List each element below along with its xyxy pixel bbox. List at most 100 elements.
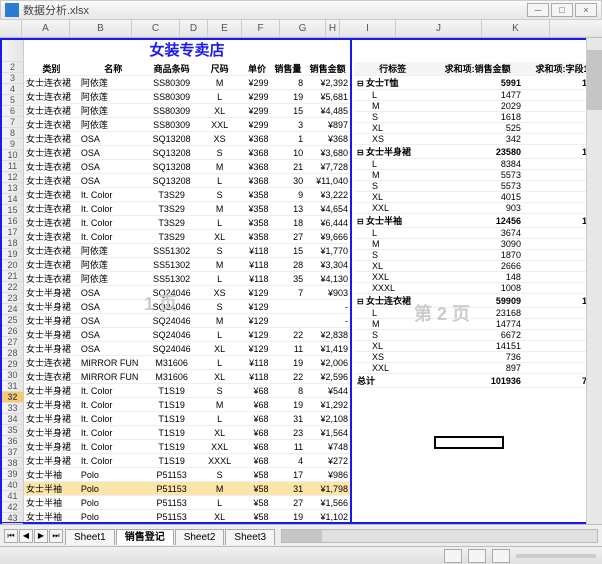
row-header[interactable]: 22 bbox=[2, 282, 23, 293]
row-header[interactable]: 16 bbox=[2, 216, 23, 227]
table-row[interactable]: 女士连衣裙阿依莲SS51302M¥11828¥3,304 bbox=[24, 258, 350, 272]
minimize-button[interactable]: ─ bbox=[527, 3, 549, 17]
row-header[interactable]: 21 bbox=[2, 271, 23, 282]
table-row[interactable]: 女士半身裙It. ColorT1S19XXL¥6811¥748 bbox=[24, 440, 350, 454]
view-break-button[interactable] bbox=[492, 549, 510, 563]
col-header[interactable]: D bbox=[180, 20, 208, 37]
pivot-item[interactable]: XL266642 bbox=[354, 261, 600, 272]
row-header[interactable]: 38 bbox=[2, 458, 23, 469]
table-row[interactable]: 女士连衣裙阿依莲SS51302S¥11815¥1,770 bbox=[24, 244, 350, 258]
table-row[interactable]: 女士半身裙OSASQ24046XL¥12911¥1,419 bbox=[24, 342, 350, 356]
table-row[interactable]: 女士半身裙It. ColorT1S19L¥6831¥2,108 bbox=[24, 412, 350, 426]
pivot-group[interactable]: 女士半袖12456197 bbox=[354, 214, 600, 228]
row-header[interactable]: 27 bbox=[2, 337, 23, 348]
col-header[interactable]: G bbox=[280, 20, 326, 37]
row-header[interactable]: 41 bbox=[2, 491, 23, 502]
sheet-tab[interactable]: 销售登记 bbox=[116, 529, 174, 545]
tab-nav-last[interactable]: ⏭ bbox=[49, 529, 63, 543]
pivot-item[interactable]: L2316867 bbox=[354, 308, 600, 319]
col-header[interactable]: J bbox=[396, 20, 482, 37]
row-header[interactable]: 25 bbox=[2, 315, 23, 326]
table-row[interactable]: 女士半身裙OSASQ24046L¥12922¥2,838 bbox=[24, 328, 350, 342]
table-row[interactable]: 女士半身裙It. ColorT1S19M¥6819¥1,292 bbox=[24, 398, 350, 412]
pivot-item[interactable]: S667218 bbox=[354, 330, 600, 341]
table-row[interactable]: 女士连衣裙OSASQ13208L¥36830¥11,040 bbox=[24, 174, 350, 188]
row-header[interactable]: 6 bbox=[2, 106, 23, 117]
table-row[interactable]: 女士连衣裙OSASQ13208M¥36821¥7,728 bbox=[24, 160, 350, 174]
pivot-item[interactable]: S161844 bbox=[354, 112, 600, 123]
row-header[interactable]: 12 bbox=[2, 172, 23, 183]
pivot-item[interactable]: XS3429 bbox=[354, 134, 600, 145]
row-header[interactable]: 14 bbox=[2, 194, 23, 205]
row-header[interactable]: 28 bbox=[2, 348, 23, 359]
pivot-item[interactable]: M557343 bbox=[354, 170, 600, 181]
table-row[interactable]: 女士半身裙It. ColorT1S19XXXL¥684¥272 bbox=[24, 454, 350, 468]
tab-nav-next[interactable]: ▶ bbox=[34, 529, 48, 543]
col-header[interactable]: A bbox=[22, 20, 70, 37]
row-header[interactable]: 33 bbox=[2, 403, 23, 414]
tab-nav-first[interactable]: ⏮ bbox=[4, 529, 18, 543]
row-header[interactable]: 20 bbox=[2, 260, 23, 271]
row-header[interactable]: 42 bbox=[2, 502, 23, 513]
pivot-group[interactable]: 女士T恤5991165 bbox=[354, 76, 600, 90]
table-row[interactable]: 女士连衣裙MIRROR FUNM31606L¥11819¥2,006 bbox=[24, 356, 350, 370]
pivot-item[interactable]: S187030 bbox=[354, 250, 600, 261]
table-row[interactable]: 女士连衣裙It. ColorT3S29XL¥35827¥9,666 bbox=[24, 230, 350, 244]
table-row[interactable]: 女士半袖PoloP51153S¥5817¥986 bbox=[24, 468, 350, 482]
pivot-item[interactable]: XXXL10086 bbox=[354, 283, 600, 294]
row-header[interactable]: 7 bbox=[2, 117, 23, 128]
row-header[interactable]: 35 bbox=[2, 425, 23, 436]
col-header[interactable]: B bbox=[70, 20, 132, 37]
col-header[interactable]: C bbox=[132, 20, 180, 37]
pivot-item[interactable]: XL401533 bbox=[354, 192, 600, 203]
row-header[interactable]: 34 bbox=[2, 414, 23, 425]
row-header[interactable]: 3 bbox=[2, 73, 23, 84]
pivot-item[interactable]: M1477442 bbox=[354, 319, 600, 330]
row-header[interactable]: 43 bbox=[2, 513, 23, 524]
pivot-item[interactable]: L367459 bbox=[354, 228, 600, 239]
pivot-table[interactable]: 行标签求和项:销售金额求和项:字段1女士T恤5991165L147741M202… bbox=[354, 62, 600, 388]
row-header[interactable]: 29 bbox=[2, 359, 23, 370]
data-table[interactable]: 类别名称商品条码尺码单价销售量销售金额女士连衣裙阿依莲SS80309M¥2998… bbox=[24, 62, 350, 522]
row-header[interactable]: 26 bbox=[2, 326, 23, 337]
vertical-scrollbar[interactable] bbox=[586, 38, 602, 524]
row-header[interactable]: 17 bbox=[2, 227, 23, 238]
table-row[interactable]: 女士连衣裙It. ColorT3S29L¥35818¥6,444 bbox=[24, 216, 350, 230]
sheet-tab[interactable]: Sheet1 bbox=[65, 529, 115, 545]
row-header[interactable]: 10 bbox=[2, 150, 23, 161]
row-header[interactable]: 5 bbox=[2, 95, 23, 106]
tab-nav-prev[interactable]: ◀ bbox=[19, 529, 33, 543]
table-row[interactable]: 女士连衣裙MIRROR FUNM31606XL¥11822¥2,596 bbox=[24, 370, 350, 384]
table-row[interactable]: 女士半身裙OSASQ24046S¥129- bbox=[24, 300, 350, 314]
col-header[interactable]: H bbox=[326, 20, 340, 37]
row-header[interactable]: 19 bbox=[2, 249, 23, 260]
row-header[interactable]: 8 bbox=[2, 128, 23, 139]
table-row[interactable]: 女士连衣裙OSASQ13208S¥36810¥3,680 bbox=[24, 146, 350, 160]
table-row[interactable]: 女士连衣裙It. ColorT3S29M¥35813¥4,654 bbox=[24, 202, 350, 216]
pivot-item[interactable]: M202956 bbox=[354, 101, 600, 112]
pivot-item[interactable]: L147741 bbox=[354, 90, 600, 101]
table-row[interactable]: 女士半袖PoloP51153M¥5831¥1,798 bbox=[24, 482, 350, 496]
restore-button[interactable]: □ bbox=[551, 3, 573, 17]
row-header[interactable]: 24 bbox=[2, 304, 23, 315]
table-row[interactable]: 女士连衣裙OSASQ13208XS¥3681¥368 bbox=[24, 132, 350, 146]
horizontal-scrollbar[interactable] bbox=[281, 529, 598, 543]
row-header[interactable]: 39 bbox=[2, 469, 23, 480]
col-header[interactable]: I bbox=[340, 20, 396, 37]
pivot-item[interactable]: S557344 bbox=[354, 181, 600, 192]
close-button[interactable]: × bbox=[575, 3, 597, 17]
table-row[interactable]: 女士连衣裙阿依莲SS80309XL¥29915¥4,485 bbox=[24, 104, 350, 118]
row-header[interactable]: 9 bbox=[2, 139, 23, 150]
view-layout-button[interactable] bbox=[468, 549, 486, 563]
row-header[interactable]: 36 bbox=[2, 436, 23, 447]
sheet-tab[interactable]: Sheet2 bbox=[175, 529, 225, 545]
select-all-corner[interactable] bbox=[0, 20, 22, 37]
pivot-group[interactable]: 女士连衣裙59909173 bbox=[354, 294, 600, 308]
row-header[interactable]: 18 bbox=[2, 238, 23, 249]
row-header[interactable]: 15 bbox=[2, 205, 23, 216]
pivot-item[interactable]: XL1415142 bbox=[354, 341, 600, 352]
row-header[interactable]: 32 bbox=[2, 392, 23, 403]
table-row[interactable]: 女士半身裙OSASQ24046XS¥1297¥903 bbox=[24, 286, 350, 300]
pivot-item[interactable]: XS7362 bbox=[354, 352, 600, 363]
row-header[interactable]: 40 bbox=[2, 480, 23, 491]
